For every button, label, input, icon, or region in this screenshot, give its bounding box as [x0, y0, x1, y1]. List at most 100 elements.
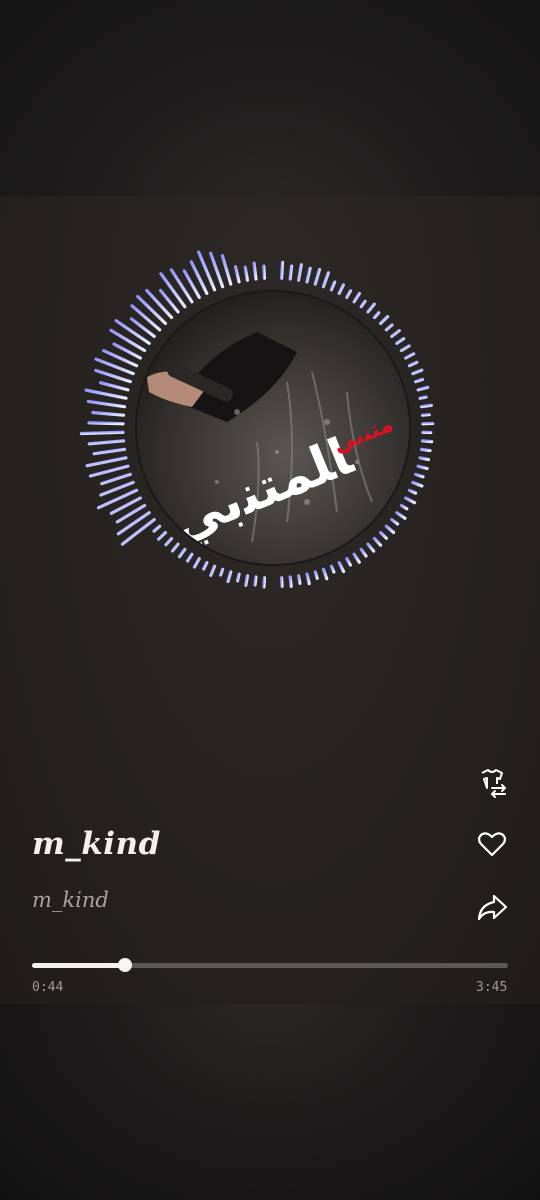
elapsed-time: 0:44	[32, 980, 64, 995]
visualizer-bar	[226, 570, 233, 584]
album-cover[interactable]: ﺎﻠﻤﺘﻨﺑﻲ ﻣﺘﻨﺑﻲ	[137, 292, 409, 564]
visualizer-bar	[130, 304, 162, 332]
visualizer-bar	[390, 517, 400, 526]
visualizer-bar	[88, 464, 130, 478]
share-icon	[477, 894, 508, 921]
visualizer-bar	[185, 552, 194, 563]
visualizer-bar	[411, 480, 424, 488]
visualizer-bar	[395, 511, 407, 520]
visualizer-bar	[418, 456, 431, 462]
visualizer-bar	[418, 395, 428, 400]
visualizer-bar	[218, 567, 225, 577]
visualizer-bar	[279, 260, 285, 280]
visualizer-bar	[416, 385, 430, 392]
visualizer-bar	[378, 530, 389, 540]
visualizer-bar	[384, 524, 396, 535]
visualizer-bar	[98, 381, 130, 392]
progress-fill	[32, 963, 125, 968]
visualizer-bar	[202, 561, 209, 571]
visualizer-bar	[120, 517, 156, 546]
top-blur-band	[0, 0, 540, 196]
visualizer-bar	[352, 552, 361, 564]
visualizer-bar	[109, 328, 147, 353]
progress-thumb[interactable]	[117, 958, 132, 972]
visualizer-bar	[244, 574, 250, 588]
visualizer-bar	[288, 264, 294, 281]
visualizer-bar	[366, 302, 376, 314]
visualizer-bar	[296, 574, 302, 585]
visualizer-bar	[407, 360, 419, 368]
visualizer-bar	[345, 289, 353, 299]
visualizer-bar	[85, 456, 128, 468]
visualizer-bar	[233, 265, 241, 284]
visualizer-bar	[416, 464, 429, 471]
visualizer-bar	[253, 575, 258, 587]
visualizer-bar	[136, 294, 168, 326]
switch-cover-button[interactable]	[470, 760, 514, 804]
visualizer-bar	[420, 439, 434, 444]
visualizer-bar	[329, 280, 337, 292]
visualizer-bar	[192, 557, 201, 569]
visualizer-bar	[321, 271, 330, 289]
visualizer-bar	[86, 399, 127, 409]
visualizer-bar	[378, 314, 390, 326]
visualizer-bar	[262, 264, 267, 280]
progress-bar[interactable]	[32, 958, 508, 972]
visualizer-bar	[359, 547, 368, 558]
visualizer-bar	[313, 267, 322, 286]
visualizer-bar	[384, 323, 394, 332]
album-art-image: ﺎﻠﻤﺘﻨﺑﻲ ﻣﺘﻨﺑﻲ	[137, 292, 409, 564]
share-button[interactable]	[470, 885, 514, 929]
visualizer-bar	[100, 472, 132, 486]
visualizer-bar	[419, 403, 433, 409]
visualizer-bar	[159, 272, 187, 309]
visualizer-bar	[243, 265, 250, 282]
bottom-blur-band	[0, 1004, 540, 1200]
visualizer-bar	[92, 447, 127, 456]
visualizer-bar	[407, 488, 418, 495]
visualizer-bar	[372, 311, 381, 320]
visualizer-bar	[411, 368, 424, 376]
visualizer-bar	[296, 263, 303, 282]
switch-cover-icon	[481, 769, 507, 798]
visualizer-bar	[252, 261, 258, 281]
visualizer-bar	[329, 564, 336, 574]
visualizer-bar	[313, 570, 319, 580]
visualizer-bar	[404, 496, 417, 505]
visualizer-bar	[337, 561, 346, 574]
visualizer-bar	[414, 472, 425, 479]
visualizer-bar	[419, 447, 432, 453]
track-title: m_kind	[32, 826, 161, 862]
visualizer-bar	[305, 572, 311, 586]
visualizer-bar	[116, 511, 151, 536]
track-artist[interactable]: m_kind	[32, 888, 109, 912]
visualizer-bar	[84, 388, 128, 400]
visualizer-bar	[399, 344, 411, 353]
visualizer-bar	[404, 352, 416, 360]
visualizer-bar	[235, 572, 241, 583]
visualizer-bar	[262, 576, 267, 589]
visualizer-bar	[170, 542, 180, 553]
visualizer-bar	[157, 530, 168, 541]
visualizer-bar	[359, 299, 367, 309]
visualizer-bar	[164, 536, 174, 547]
visualizer-bar	[87, 421, 125, 426]
visualizer-bar	[395, 337, 406, 345]
visualizer-bar	[152, 524, 162, 533]
total-duration: 3:45	[476, 980, 508, 995]
visualizer-bar	[352, 291, 362, 304]
visualizer-bar	[209, 564, 217, 577]
visualizer-bar	[79, 430, 125, 436]
visualizer-bar	[414, 377, 425, 384]
visualizer-bar	[114, 319, 151, 345]
visualizer-bar	[91, 410, 126, 417]
visualizer-bar	[372, 536, 383, 547]
visualizer-bar	[87, 439, 126, 446]
visualizer-bar	[220, 254, 233, 286]
visualizer-bar	[145, 288, 174, 320]
heart-icon	[477, 832, 507, 857]
visualizer-bar	[337, 283, 345, 295]
like-button[interactable]	[470, 822, 514, 866]
visualizer-bar	[345, 557, 352, 567]
visualizer-bar	[305, 266, 312, 284]
